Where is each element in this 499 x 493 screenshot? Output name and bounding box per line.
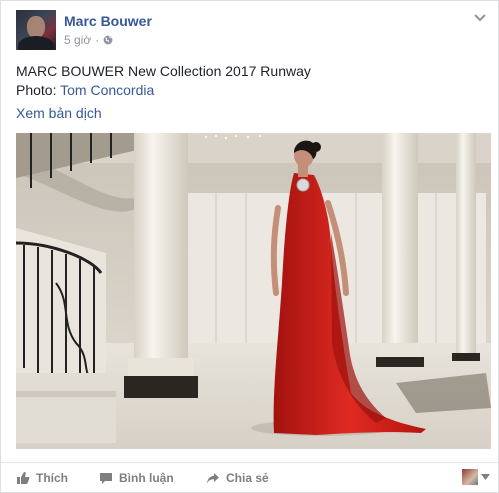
post-text: MARC BOUWER New Collection 2017 Runway P… [16,62,311,100]
photo-credit-link[interactable]: Tom Concordia [60,82,154,98]
comment-label: Bình luận [119,471,174,485]
photo-credit-prefix: Photo: [16,82,61,98]
author-name[interactable]: Marc Bouwer [64,13,152,29]
like-label: Thích [36,471,68,485]
chevron-down-icon[interactable] [472,12,488,24]
share-label: Chia sẻ [226,471,269,485]
runway-photo-illustration [16,133,491,449]
like-button[interactable]: Thích [16,471,68,485]
comment-button[interactable]: Bình luận [99,471,174,485]
see-translation-link[interactable]: Xem bản dịch [16,105,102,121]
thumbs-up-icon [17,472,30,484]
post-timestamp[interactable]: 5 giờ [64,33,91,47]
post-header: Marc Bouwer 5 giờ · [16,10,488,52]
post-as-selector[interactable] [462,469,490,485]
caret-down-icon [481,474,490,480]
post-body: MARC BOUWER New Collection 2017 Runway [16,63,311,79]
author-avatar[interactable] [16,10,56,50]
share-arrow-icon [207,473,219,484]
comment-icon [100,473,112,484]
action-bar: Thích Bình luận Chia sẻ [1,462,498,492]
share-button[interactable]: Chia sẻ [206,471,269,485]
meta-separator: · [95,33,100,47]
post-meta: 5 giờ · [64,33,113,47]
post-photo[interactable] [16,133,491,449]
post-card: Marc Bouwer 5 giờ · MARC BOUWER New Coll… [0,0,499,493]
globe-icon[interactable] [103,35,113,45]
viewer-avatar [462,469,478,485]
photo-credit-line: Photo: Tom Concordia [16,81,311,100]
